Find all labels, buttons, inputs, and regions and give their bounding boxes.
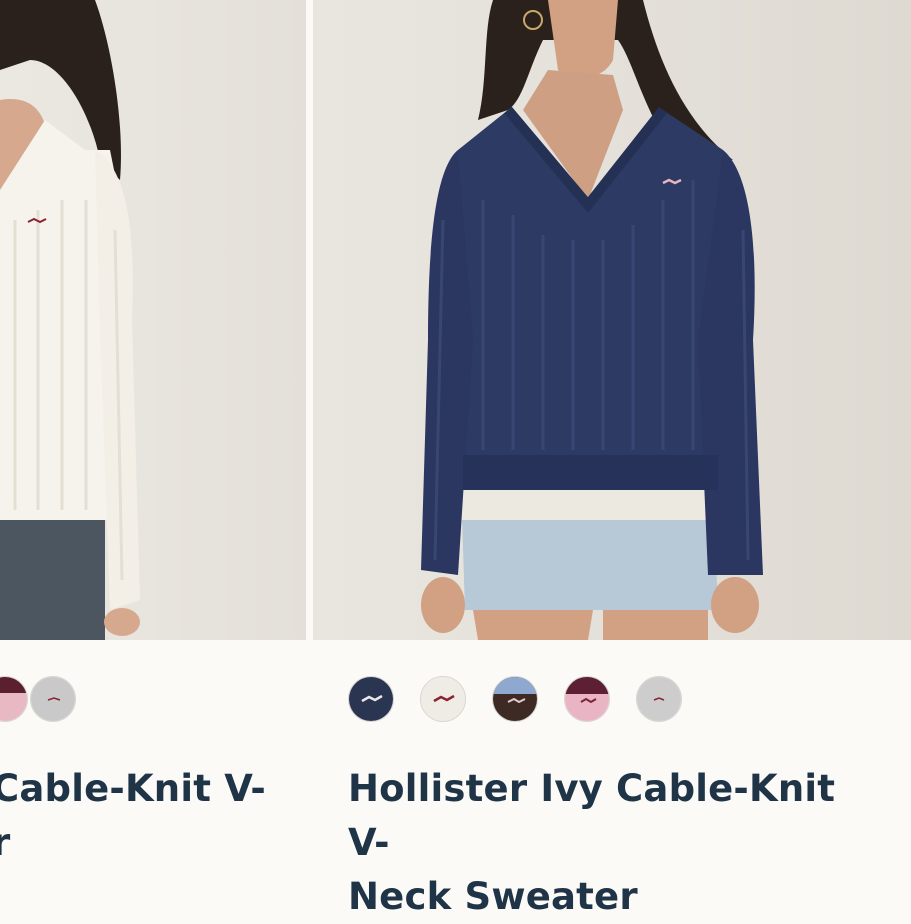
product-title[interactable]: Cable-Knit V- r [0,762,292,870]
product-title-line2: Neck Sweater [348,875,638,918]
swatch-navy[interactable] [348,676,394,722]
swatch-pink[interactable] [0,676,28,722]
product-title-line1: Cable-Knit V- [0,767,266,810]
swatch-grey[interactable] [636,676,682,722]
product-title-line2: r [0,821,11,864]
swatch-grey[interactable] [30,676,76,722]
swatch-light-blue-brown[interactable] [492,676,538,722]
product-image-cream[interactable] [0,0,306,640]
product-title-line1: Hollister Ivy Cable-Knit V- [348,767,836,864]
swatch-cream[interactable] [420,676,466,722]
swatch-burgundy-pink[interactable] [564,676,610,722]
card-gap [306,0,313,640]
product-image-navy[interactable] [313,0,911,640]
product-title[interactable]: Hollister Ivy Cable-Knit V- Neck Sweater [348,762,888,924]
